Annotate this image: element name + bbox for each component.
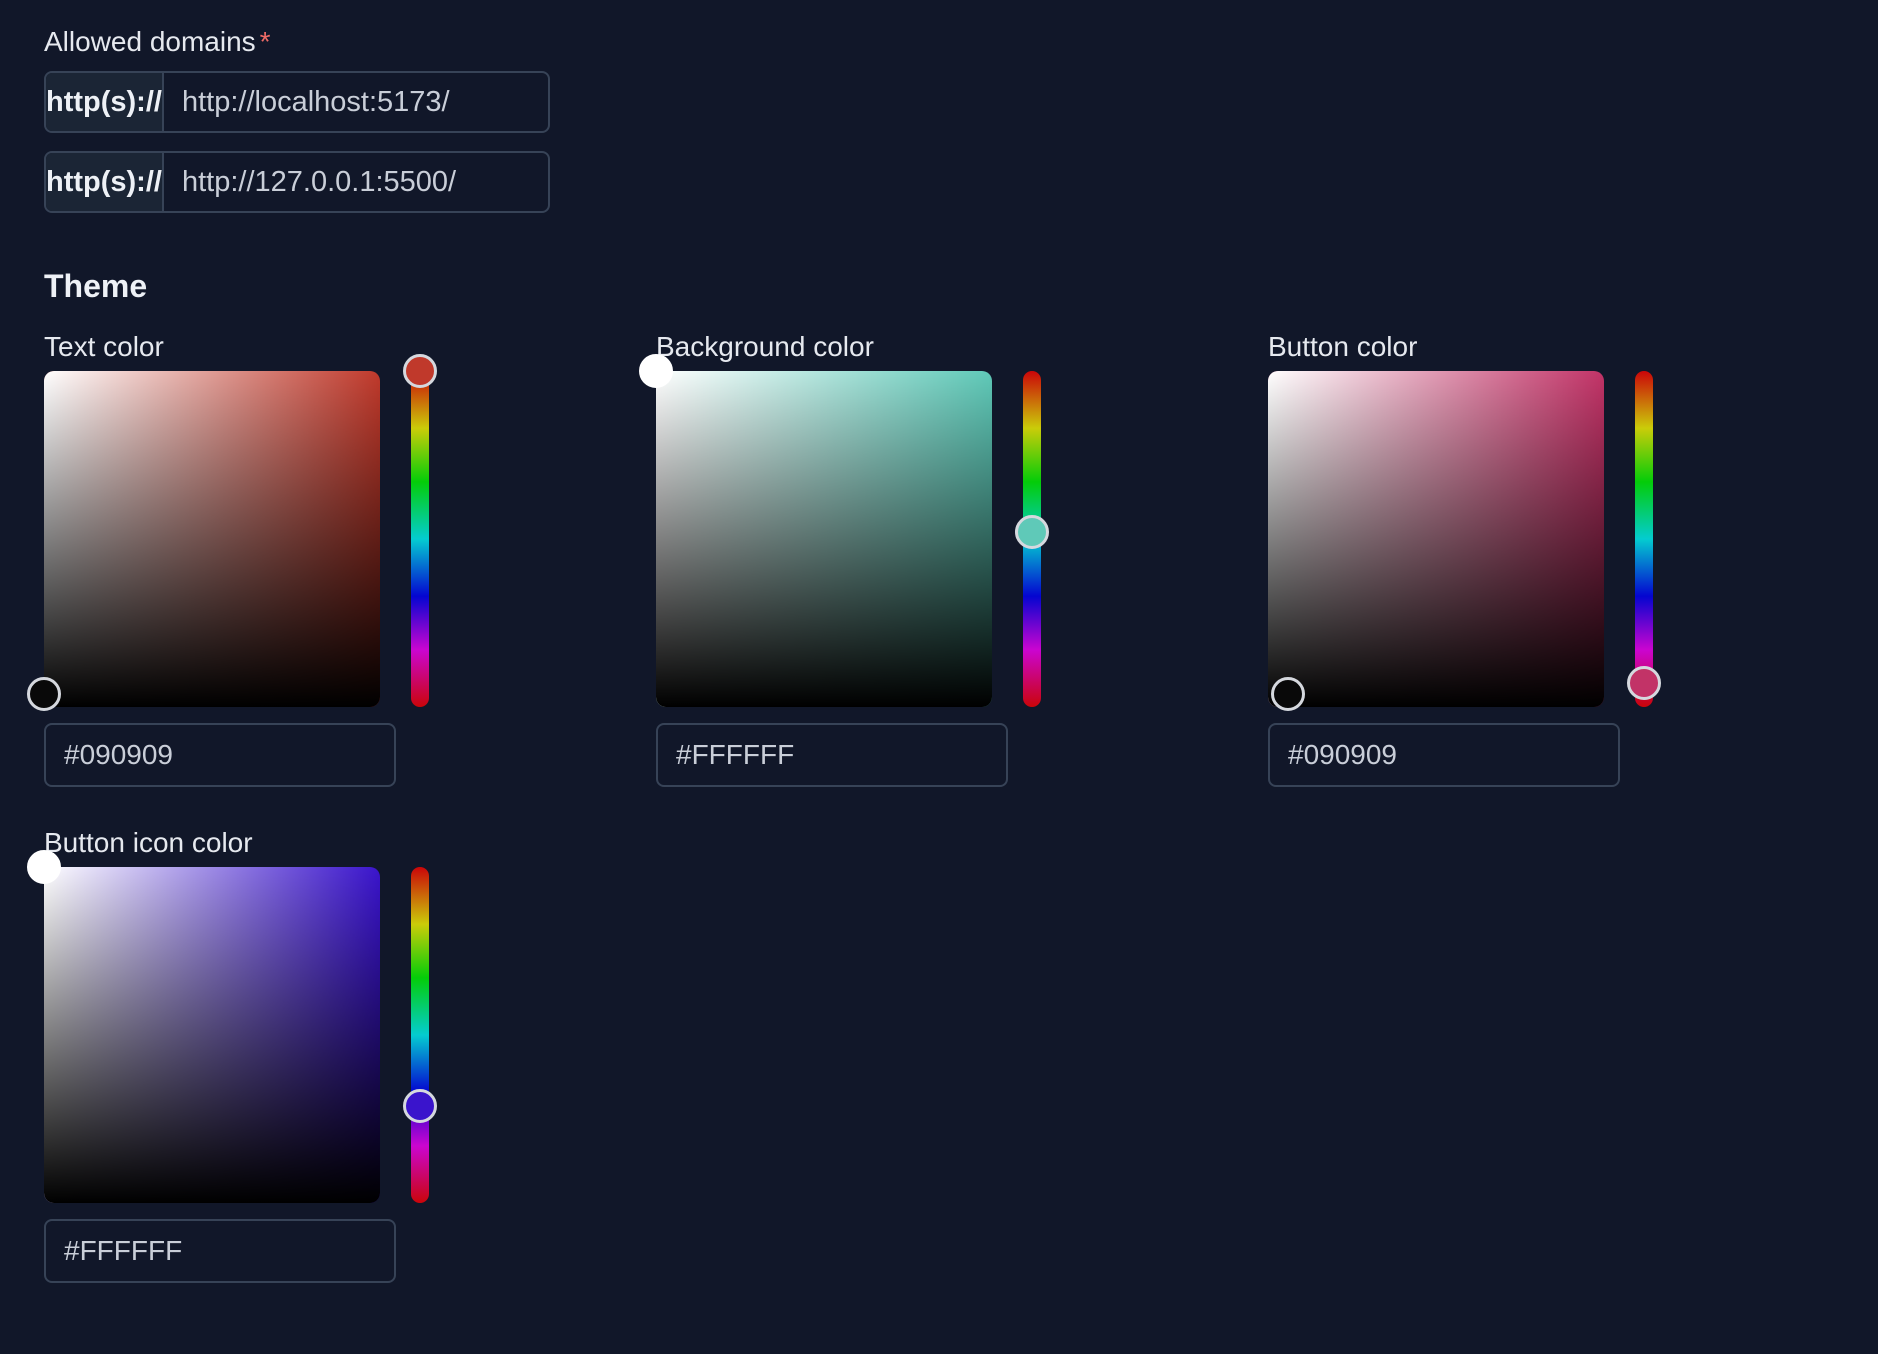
background-color-label: Background color	[656, 331, 874, 362]
domain-entry-2: http(s)://	[44, 151, 550, 213]
protocol-prefix: http(s)://	[46, 153, 164, 211]
allowed-domains-label: Allowed domains *	[44, 26, 271, 58]
background-color-hex-input[interactable]	[656, 723, 1008, 787]
hue-thumb[interactable]	[403, 354, 437, 388]
domain-input-1[interactable]	[163, 73, 548, 131]
hue-thumb[interactable]	[1015, 515, 1049, 550]
saturation-thumb[interactable]	[1271, 676, 1306, 711]
allowed-domains-label-text: Allowed domains	[44, 26, 256, 57]
theme-section-title: Theme	[44, 268, 148, 304]
saturation-thumb[interactable]	[27, 676, 61, 711]
hue-thumb[interactable]	[1627, 666, 1661, 701]
hue-slider[interactable]	[411, 867, 429, 1203]
saturation-area[interactable]	[44, 371, 380, 707]
button-color-label: Button color	[1268, 331, 1418, 362]
button-icon-color-label: Button icon color	[44, 827, 253, 858]
background-color-picker: Background color	[639, 331, 1076, 801]
button-icon-color-hex-input[interactable]	[44, 1219, 396, 1283]
saturation-area[interactable]	[656, 371, 992, 707]
button-color-hex-input[interactable]	[1268, 723, 1620, 787]
text-color-label: Text color	[44, 331, 164, 362]
saturation-area[interactable]	[44, 867, 380, 1203]
required-asterisk: *	[259, 26, 271, 57]
saturation-thumb[interactable]	[27, 850, 61, 884]
hue-thumb[interactable]	[403, 1088, 437, 1123]
button-color-picker: Button color	[1268, 331, 1688, 801]
text-color-hex-input[interactable]	[44, 723, 396, 787]
protocol-prefix: http(s)://	[46, 73, 164, 131]
saturation-thumb[interactable]	[639, 354, 673, 388]
button-icon-color-picker: Button icon color	[27, 827, 464, 1297]
domain-entry-1: http(s)://	[44, 71, 550, 133]
hue-slider[interactable]	[411, 371, 429, 707]
domain-input-2[interactable]	[163, 153, 548, 211]
hue-slider[interactable]	[1635, 371, 1653, 707]
saturation-area[interactable]	[1268, 371, 1604, 707]
text-color-picker: Text color	[27, 331, 464, 801]
settings-page: Allowed domains* http(s):// http(s):// T…	[0, 0, 1878, 1354]
